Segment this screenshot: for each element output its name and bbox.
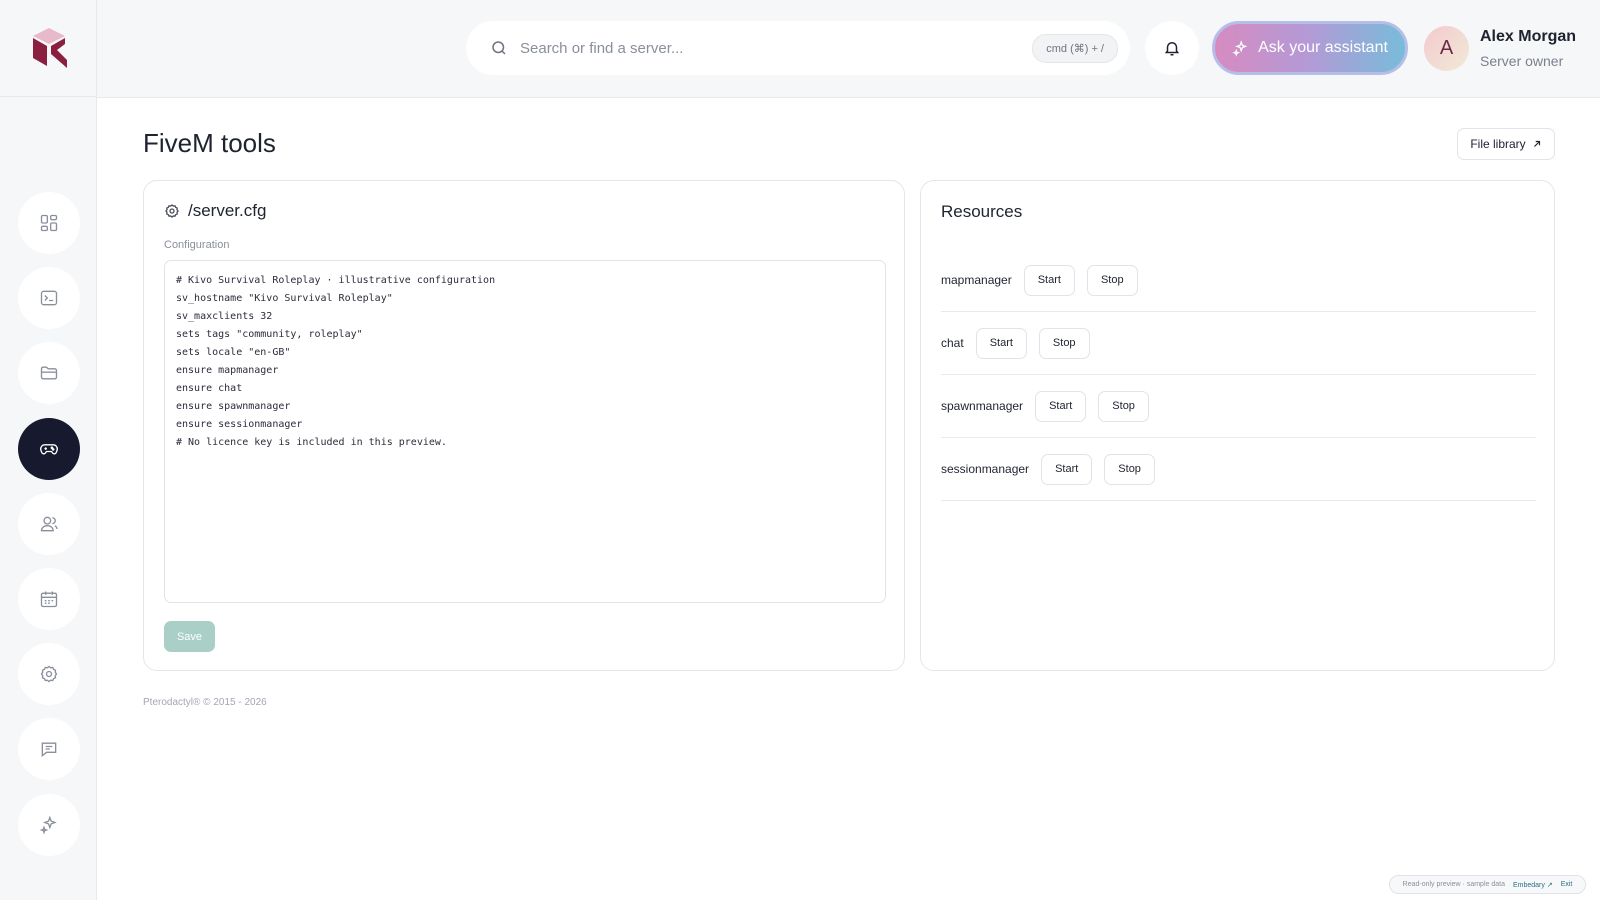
resource-stop-button[interactable]: Stop [1086,264,1138,296]
app-logo[interactable] [0,0,97,97]
resource-row: sessionmanager Start Stop [941,438,1536,501]
notifications-button[interactable] [1145,21,1199,75]
resource-row: spawnmanager Start Stop [941,375,1536,438]
resource-start-button[interactable]: Start [1041,453,1093,485]
nav-support[interactable] [18,718,80,780]
nav-games[interactable] [18,418,80,480]
settings-icon [40,665,58,683]
chat-icon [41,742,57,758]
nav-assistant[interactable] [18,794,80,856]
nav-console[interactable] [18,267,80,329]
gamepad-icon [40,444,58,455]
resource-row: chat Start Stop [941,312,1536,375]
config-header: /server.cfg [164,201,266,221]
resources-card: Resources mapmanager Start Stop chat Sta… [920,180,1555,671]
resource-stop-button[interactable]: Stop [1098,390,1149,422]
nav-files[interactable] [18,342,80,404]
preview-badge: Read-only preview · sample data Embedary… [1389,875,1586,894]
console-icon [40,290,58,306]
ask-assistant-button[interactable]: Ask your assistant [1212,21,1408,75]
users-icon [40,516,58,532]
sparkle-icon [1232,39,1248,57]
preview-exit-link[interactable]: Exit [1561,881,1573,888]
nav-settings[interactable] [18,643,80,705]
search-bar[interactable]: cmd (⌘) + / [466,21,1130,75]
search-icon [492,41,506,55]
nav-users[interactable] [18,493,80,555]
resources-list: mapmanager Start Stop chat Start Stop sp… [941,249,1536,501]
config-label: Configuration [164,239,230,251]
file-library-label: File library [1470,137,1526,151]
page-title: FiveM tools [143,128,276,158]
resource-name: chat [941,336,964,350]
resource-start-button[interactable]: Start [975,327,1027,359]
resource-name: sessionmanager [941,462,1030,476]
search-shortcut-hint: cmd (⌘) + / [1032,33,1118,63]
config-editor[interactable]: # Kivo Survival Roleplay · illustrative … [164,260,886,603]
external-link-icon [1533,140,1540,147]
file-library-button[interactable]: File library [1457,128,1555,160]
config-file-title: /server.cfg [188,201,267,220]
resources-title: Resources [941,202,1023,221]
top-bar: cmd (⌘) + / Ask your assistant A Alex Mo… [97,0,1600,98]
search-input[interactable] [520,39,1033,57]
calendar-icon [40,591,58,608]
footer-copyright: Pterodactyl® © 2015 - 2026 [143,697,267,708]
resource-row: mapmanager Start Stop [941,249,1536,312]
user-role: Server owner [1480,53,1564,69]
sparkle-icon [39,815,57,835]
dashboard-icon [40,214,58,232]
settings-icon [165,204,179,218]
sidebar [0,0,97,900]
nav-schedules[interactable] [18,568,80,630]
resource-name: mapmanager [941,273,1012,287]
preview-link[interactable]: Embedary ↗ [1513,881,1553,889]
logo-icon [32,28,67,68]
save-button[interactable]: Save [164,621,215,652]
user-name: Alex Morgan [1480,28,1577,45]
resource-start-button[interactable]: Start [1035,390,1087,422]
preview-text: Read-only preview · sample data [1402,881,1505,888]
resource-start-button[interactable]: Start [1023,264,1075,296]
resource-stop-button[interactable]: Stop [1038,327,1090,359]
folder-icon [40,366,58,380]
config-card: /server.cfg Configuration # Kivo Surviva… [143,180,905,671]
resource-name: spawnmanager [941,399,1024,413]
ask-assistant-label: Ask your assistant [1258,39,1388,56]
bell-icon [1164,42,1180,56]
nav-dashboard[interactable] [18,192,80,254]
avatar[interactable]: A [1424,26,1469,71]
resource-stop-button[interactable]: Stop [1104,453,1155,485]
